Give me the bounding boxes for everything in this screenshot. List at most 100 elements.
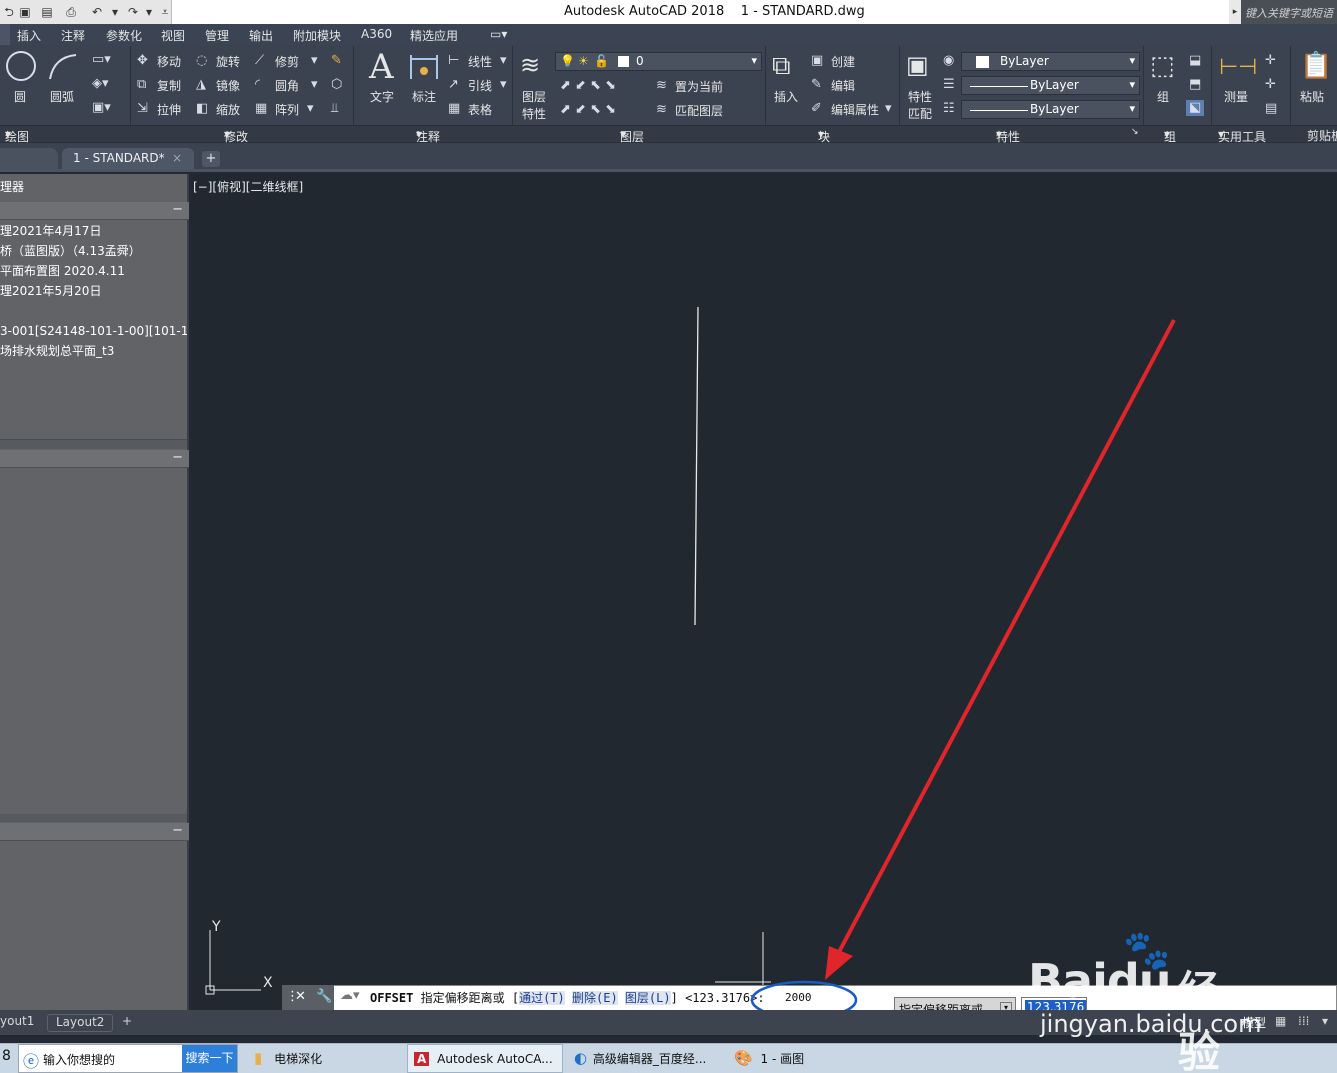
insert-block-icon[interactable]: ⧉	[772, 51, 791, 82]
leader-label[interactable]: 引线	[468, 77, 492, 94]
draw-panel-title[interactable]: 绘图 ▾	[5, 127, 29, 144]
erase-icon[interactable]: ✎	[331, 54, 342, 68]
palette-section-header[interactable]: −	[0, 202, 189, 220]
tab-annotate[interactable]: 注释	[61, 27, 85, 44]
leader-icon[interactable]: ↗	[448, 78, 459, 92]
trim-icon[interactable]: ⟋	[255, 54, 264, 68]
snap-icon[interactable]: ⁞⁞⁞	[1298, 1014, 1309, 1028]
save-as-icon[interactable]: ▤	[38, 3, 56, 21]
taskbar-search[interactable]: ⓔ 输入你想搜的 搜索一下	[18, 1044, 238, 1073]
linear-dropdown-icon[interactable]: ▾	[500, 54, 507, 68]
tab-insert[interactable]: 插入	[17, 27, 41, 44]
tab-manage[interactable]: 管理	[205, 27, 229, 44]
fillet-label[interactable]: 圆角	[275, 77, 299, 94]
chevron-down-icon[interactable]: ▾	[1129, 102, 1135, 115]
palette-section-header[interactable]: −	[0, 450, 189, 468]
taskbar-item[interactable]: 🎨 1 - 画图	[734, 1044, 844, 1073]
move-icon[interactable]: ✥	[137, 54, 148, 68]
fillet-icon[interactable]: ◜	[255, 78, 260, 92]
lineweight-dropdown[interactable]: ByLayer ▾	[961, 100, 1140, 119]
rotate-icon[interactable]: ◌	[196, 54, 207, 68]
copy-icon[interactable]: ⧉	[137, 78, 146, 92]
paste-icon[interactable]: 📋	[1300, 51, 1332, 81]
linetype-icon[interactable]: ☰	[943, 78, 955, 92]
taskbar-item[interactable]: ◐ 高级编辑器_百度经...	[574, 1044, 726, 1073]
table-icon[interactable]: ▦	[448, 102, 460, 116]
close-icon[interactable]: ×	[172, 151, 182, 165]
set-current-icon[interactable]: ≋	[656, 79, 667, 93]
table-label[interactable]: 表格	[468, 101, 492, 118]
rotate-label[interactable]: 旋转	[216, 53, 240, 70]
undo-icon[interactable]: ↶	[88, 3, 106, 21]
layer-properties-label-2[interactable]: 特性	[522, 105, 546, 122]
ungroup-icon[interactable]: ⬓	[1189, 54, 1201, 68]
mirror-icon[interactable]: ◮	[196, 78, 206, 92]
clipboard-panel-title[interactable]: 剪贴板	[1307, 127, 1337, 144]
layer-tool-2-icon[interactable]: ⬈ ⬋ ⬉ ⬊	[560, 103, 616, 117]
file-list-item[interactable]: 桥（蓝图版）（4.13孟舜）	[0, 242, 187, 259]
save-icon[interactable]: ▣	[16, 3, 34, 21]
tab-view[interactable]: 视图	[161, 27, 185, 44]
boundary-icon[interactable]: ▣▾	[92, 101, 111, 115]
layout-tab-layout1[interactable]: yout1	[0, 1014, 34, 1028]
lineweight-icon[interactable]: ☷	[943, 102, 955, 116]
edit-block-icon[interactable]: ✎	[811, 78, 822, 92]
block-panel-title[interactable]: 块 ▾	[818, 127, 830, 144]
arc-button-label[interactable]: 圆弧	[50, 88, 74, 105]
mirror-label[interactable]: 镜像	[216, 77, 240, 94]
insert-label[interactable]: 插入	[774, 88, 798, 105]
collapse-icon[interactable]: −	[172, 823, 183, 839]
match-properties-label-2[interactable]: 匹配	[908, 105, 932, 122]
properties-panel-title[interactable]: 特性 ▾	[996, 127, 1020, 144]
layer-properties-label-1[interactable]: 图层	[522, 88, 546, 105]
layer-tool-1-icon[interactable]: ⬈ ⬋ ⬉ ⬊	[560, 79, 616, 93]
match-properties-icon[interactable]: ▣	[906, 51, 929, 79]
close-icon[interactable]: ✕	[295, 989, 306, 1004]
chevron-down-icon[interactable]: ▾	[1129, 78, 1135, 91]
copy-label[interactable]: 复制	[157, 77, 181, 94]
scale-icon[interactable]: ◧	[196, 102, 208, 116]
customize-qat-icon[interactable]: ⩡	[156, 3, 174, 21]
collapse-icon[interactable]: −	[172, 450, 183, 466]
layers-panel-title[interactable]: 图层 ▾	[620, 127, 644, 144]
point-icon[interactable]: ✛	[1265, 78, 1276, 92]
scale-label[interactable]: 缩放	[216, 101, 240, 118]
option-erase[interactable]: 删除(E)	[572, 991, 618, 1005]
layer-unlock-icon[interactable]: 🔓	[594, 54, 609, 68]
paste-label[interactable]: 粘贴	[1300, 88, 1324, 105]
collapse-icon[interactable]: −	[172, 202, 183, 218]
tab-parametric[interactable]: 参数化	[106, 27, 142, 44]
start-tab[interactable]	[0, 148, 58, 170]
layout-tab-layout2[interactable]: Layout2	[47, 1014, 113, 1032]
drawn-line[interactable]	[694, 306, 699, 626]
group-selection-icon[interactable]: ⬕	[1186, 100, 1205, 116]
modify-panel-title[interactable]: 修改 ▾	[224, 127, 248, 144]
dimension-icon[interactable]	[408, 51, 440, 83]
document-tab-label[interactable]: 1 - STANDARD*	[73, 151, 165, 165]
text-icon[interactable]: A	[369, 47, 394, 87]
file-list-item[interactable]: 场排水规划总平面_t3	[0, 342, 187, 359]
explode-icon[interactable]: ⬡	[331, 78, 342, 92]
option-layer[interactable]: 图层(L)	[624, 991, 671, 1005]
tab-featured-apps[interactable]: 精选应用	[410, 27, 458, 44]
layer-on-icon[interactable]: 💡	[560, 54, 575, 68]
hatch-icon[interactable]: ◈▾	[92, 77, 109, 91]
color-dropdown[interactable]: ByLayer ▾	[961, 52, 1140, 71]
set-current-label[interactable]: 置为当前	[675, 78, 723, 95]
edit-attributes-dropdown-icon[interactable]: ▾	[885, 102, 892, 116]
file-list-item[interactable]: 理2021年5月20日	[0, 282, 187, 299]
linear-dimension-icon[interactable]: ⊢	[448, 54, 459, 68]
add-layout-button[interactable]: +	[122, 1014, 132, 1028]
taskbar-item[interactable]: ▮ 电梯深化	[254, 1044, 404, 1073]
edit-attributes-label[interactable]: 编辑属性	[831, 101, 879, 118]
match-layer-icon[interactable]: ≋	[656, 103, 667, 117]
stretch-label[interactable]: 拉伸	[157, 101, 181, 118]
circle-icon[interactable]	[6, 51, 36, 81]
array-icon[interactable]: ▦	[255, 102, 267, 116]
layer-properties-icon[interactable]: ≋	[520, 51, 540, 79]
chevron-right-icon[interactable]: ▸	[1229, 0, 1241, 24]
calculator-icon[interactable]: ▤	[1265, 102, 1277, 116]
chevron-down-icon[interactable]: ▾	[1129, 54, 1135, 67]
match-properties-label-1[interactable]: 特性	[908, 88, 932, 105]
group-edit-icon[interactable]: ⬒	[1189, 78, 1201, 92]
